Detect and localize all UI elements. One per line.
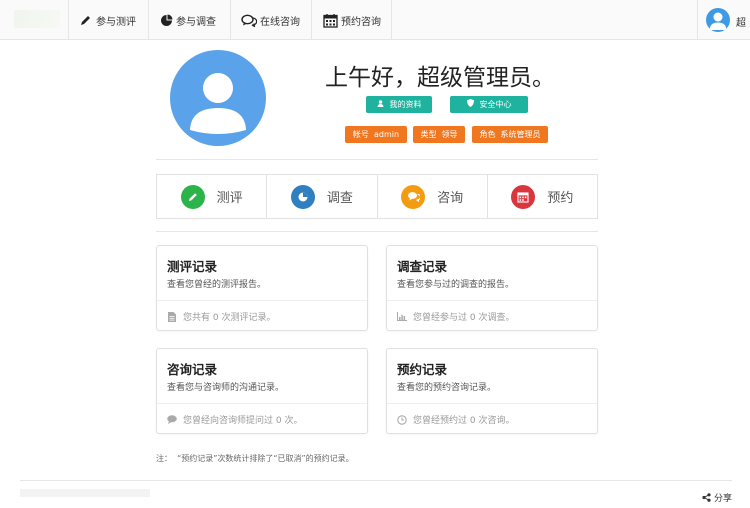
- card-footer-text: 您曾经预约过 0 次咨询。: [413, 416, 515, 426]
- card-description: 查看您参与过的调查的报告。: [397, 280, 515, 290]
- pencil-icon: [79, 13, 93, 27]
- assessment-record-card[interactable]: 测评记录 查看您曾经的测评报告。 您共有 0 次测评记录。: [156, 245, 368, 331]
- nav-item-assessment[interactable]: 参与测评: [68, 0, 146, 40]
- pie-chart-icon: [159, 13, 173, 27]
- bar-chart-icon: [397, 312, 407, 322]
- card-divider: [157, 300, 367, 301]
- nav-item-label: 参与测评: [96, 16, 136, 28]
- divider: [156, 159, 598, 160]
- account-badge-value: admin: [374, 130, 400, 139]
- quick-item-label: 测评: [216, 191, 243, 206]
- comment-icon: [167, 415, 177, 425]
- card-description: 查看您曾经的测评报告。: [167, 280, 267, 290]
- card-description: 查看您的预约咨询记录。: [397, 383, 497, 393]
- calendar-icon: [511, 184, 536, 209]
- quick-item-appointment[interactable]: 预约: [488, 175, 597, 218]
- nav-item-appointment[interactable]: 预约咨询: [311, 0, 392, 40]
- card-footer: 您曾经向咨询师提问过 0 次。: [167, 413, 302, 426]
- card-footer: 您共有 0 次测评记录。: [167, 310, 275, 323]
- user-menu[interactable]: 超: [697, 0, 750, 40]
- card-footer: 您曾经预约过 0 次咨询。: [397, 413, 514, 426]
- share-label: 分享: [713, 494, 732, 504]
- nav-item-label: 预约咨询: [341, 16, 381, 28]
- card-divider: [387, 300, 597, 301]
- card-footer-text: 您曾经参与过 0 次调查。: [413, 313, 515, 323]
- chat-icon: [241, 13, 257, 27]
- pie-chart-icon: [290, 184, 315, 209]
- consult-record-card[interactable]: 咨询记录 查看您与咨询师的沟通记录。 您曾经向咨询师提问过 0 次。: [156, 348, 368, 434]
- quick-item-label: 调查: [326, 191, 353, 206]
- card-footer: 您曾经参与过 0 次调查。: [397, 310, 514, 323]
- footer-copyright-placeholder: [20, 489, 150, 497]
- role-badge-label: 角色: [479, 130, 496, 139]
- user-icon: [376, 96, 384, 113]
- quick-menu: 测评 调查 咨询 预约: [156, 174, 598, 219]
- user-avatar: [706, 8, 730, 32]
- nav-item-label: 在线咨询: [260, 16, 300, 28]
- divider: [156, 231, 598, 232]
- card-divider: [157, 403, 367, 404]
- quick-item-label: 咨询: [437, 191, 464, 206]
- card-title: 预约记录: [397, 362, 448, 377]
- user-name: 超: [736, 18, 746, 29]
- account-badge-label: 帐号: [352, 130, 369, 139]
- quick-item-assessment[interactable]: 测评: [157, 175, 268, 218]
- nav-item-online-consult[interactable]: 在线咨询: [230, 0, 310, 40]
- shield-icon: [466, 96, 474, 113]
- clock-icon: [397, 414, 407, 425]
- survey-record-card[interactable]: 调查记录 查看您参与过的调查的报告。 您曾经参与过 0 次调查。: [386, 245, 598, 331]
- type-badge-value: 领导: [441, 130, 458, 139]
- quick-item-consult[interactable]: 咨询: [378, 175, 488, 218]
- account-badge: 帐号 admin: [345, 126, 407, 143]
- security-center-button[interactable]: 安全中心: [450, 96, 528, 113]
- type-badge-label: 类型: [420, 130, 437, 139]
- top-navbar: 参与测评 参与调查 在线咨询 预约咨询 超: [0, 0, 750, 40]
- card-title: 测评记录: [167, 259, 218, 274]
- footer-divider: [20, 480, 732, 481]
- card-footer-text: 您曾经向咨询师提问过 0 次。: [183, 416, 303, 426]
- my-profile-button[interactable]: 我的资料: [366, 96, 432, 113]
- quick-item-label: 预约: [547, 191, 574, 206]
- nav-item-label: 参与调查: [176, 16, 216, 28]
- card-title: 咨询记录: [167, 362, 218, 377]
- my-profile-label: 我的资料: [389, 100, 422, 109]
- calendar-icon: [322, 13, 338, 28]
- quick-item-survey[interactable]: 调查: [267, 175, 378, 218]
- nav-item-survey[interactable]: 参与调查: [148, 0, 226, 40]
- share-icon: [702, 493, 711, 502]
- document-icon: [167, 311, 177, 322]
- card-title: 调查记录: [397, 259, 448, 274]
- card-footer-text: 您共有 0 次测评记录。: [183, 313, 276, 323]
- card-description: 查看您与咨询师的沟通记录。: [167, 383, 285, 393]
- role-badge-value: 系统管理员: [500, 130, 541, 139]
- footnote: 注： “预约记录”次数统计排除了“已取消”的预约记录。: [156, 454, 354, 463]
- pencil-icon: [180, 184, 205, 209]
- share-button[interactable]: 分享: [702, 491, 732, 504]
- role-badge: 角色 系统管理员: [472, 126, 548, 143]
- site-logo[interactable]: [14, 10, 60, 28]
- security-center-label: 安全中心: [479, 100, 512, 109]
- type-badge: 类型 领导: [413, 126, 465, 143]
- chat-icon: [401, 184, 426, 209]
- profile-avatar: [170, 50, 266, 146]
- card-divider: [387, 403, 597, 404]
- greeting-heading: 上午好，超级管理员。: [325, 65, 555, 91]
- appointment-record-card[interactable]: 预约记录 查看您的预约咨询记录。 您曾经预约过 0 次咨询。: [386, 348, 598, 434]
